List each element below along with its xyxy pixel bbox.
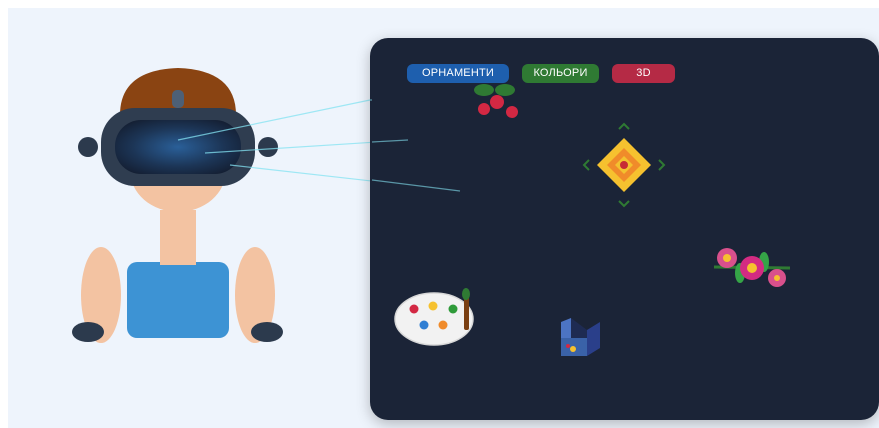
tab-ornaments[interactable]: ОРНАМЕНТИ xyxy=(407,64,509,83)
3d-cube-icon xyxy=(561,318,600,356)
rhombus-ornament-icon xyxy=(582,122,666,208)
tab-colors[interactable]: КОЛЬОРИ xyxy=(522,64,599,83)
berries-icon xyxy=(474,84,518,118)
palette-icon xyxy=(394,288,474,346)
flower-branch-icon xyxy=(713,248,791,287)
tab-3d[interactable]: 3D xyxy=(612,64,675,83)
